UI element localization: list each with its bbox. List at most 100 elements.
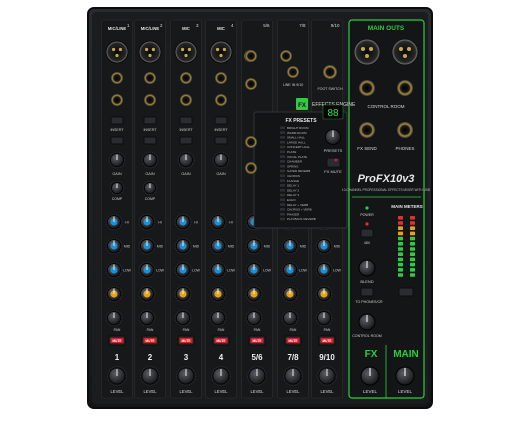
svg-text:FX: FX (298, 103, 306, 109)
fx-preset-item: DELAY 3 (287, 193, 299, 197)
low-cut-switch[interactable] (214, 136, 228, 145)
gain-label: GAIN (145, 172, 155, 176)
insert-jack-3[interactable] (180, 94, 192, 106)
svg-text:CONTROL ROOM: CONTROL ROOM (367, 104, 404, 109)
svg-text:POWER: POWER (360, 213, 374, 217)
line-in-9-10-left[interactable] (287, 66, 299, 78)
main-out-xlr-left[interactable] (353, 38, 381, 66)
svg-text:LEVEL: LEVEL (398, 389, 413, 394)
svg-text:PRESETS: PRESETS (324, 148, 343, 153)
line-in-7-8-left[interactable] (245, 136, 257, 148)
line-in-7-8-right[interactable] (245, 162, 257, 174)
channel-number: 2 (148, 353, 153, 362)
master-section-border (348, 19, 425, 399)
eq-band-label: LOW (156, 269, 165, 273)
phantom-led (365, 222, 369, 226)
line-input-jack-1[interactable] (111, 72, 123, 84)
meter-segment (398, 257, 403, 262)
eq-band-label: MID (157, 245, 164, 249)
control-room-jack-left[interactable] (359, 80, 375, 96)
fx-preset-item: PLATE (287, 150, 296, 154)
gain-label: GAIN (181, 172, 191, 176)
svg-text:MAIN: MAIN (393, 349, 419, 360)
meter-segment (410, 242, 415, 246)
xlr-input-1[interactable] (105, 40, 129, 64)
fx-display-value: 88 (327, 108, 339, 119)
channel-number-top: 9/10 (331, 23, 340, 28)
meter-segment (410, 273, 415, 277)
xlr-input-2[interactable] (138, 40, 162, 64)
channel-number: 3 (184, 353, 189, 362)
fx-preset-item: CHORUS (287, 174, 300, 178)
main-out-xlr-right[interactable] (391, 38, 419, 66)
meter-segment (398, 242, 403, 246)
mixer-svg: MIC/LINEINSERTGAINCOMP1HIMIDLOWPANMUTE1L… (87, 7, 433, 409)
phones-jack[interactable] (397, 122, 413, 138)
svg-text:MAIN OUTS: MAIN OUTS (368, 25, 405, 32)
line-in-5-6-left[interactable] (245, 50, 257, 62)
fx-preset-item: SPRING (287, 164, 299, 168)
meter-segment (410, 216, 415, 220)
hi-z-switch[interactable] (110, 116, 124, 125)
channel-strip-3: MICINSERTGAIN3HIMIDLOWPANMUTE3LEVEL (170, 19, 202, 399)
meter-segment (410, 236, 415, 241)
mute-label: MUTE (322, 339, 331, 343)
insert-jack-1[interactable] (111, 94, 123, 106)
hi-z-switch[interactable] (179, 116, 193, 125)
svg-text:10-CHANNEL PROFESSIONAL EFFECT: 10-CHANNEL PROFESSIONAL EFFECTS MIXER WI… (342, 188, 430, 192)
meter-segment (398, 231, 403, 236)
fx-preset-item: DELAY 1 (287, 184, 299, 188)
meter-segment (410, 226, 415, 230)
eq-band-label: HI (158, 221, 161, 225)
xlr-input-4[interactable] (209, 40, 233, 64)
foot-switch-jack[interactable] (323, 65, 337, 79)
fx-send-jack[interactable] (359, 122, 375, 138)
line-input-jack-3[interactable] (180, 72, 192, 84)
pan-label: PAN (290, 328, 297, 332)
hi-z-switch[interactable] (143, 116, 157, 125)
eq-band-label: HI (229, 221, 232, 225)
meter-segment (410, 257, 415, 262)
fx-preset-item: FLANGE (287, 179, 299, 183)
line-input-jack-2[interactable] (144, 72, 156, 84)
eq-band-label: HI (125, 221, 128, 225)
fx-mute-button[interactable] (326, 157, 341, 168)
to-phones-switch[interactable] (360, 287, 374, 297)
control-room-jack-right[interactable] (397, 80, 413, 96)
phantom-switch[interactable] (360, 228, 374, 238)
pan-label: PAN (147, 328, 154, 332)
svg-text:BLEND: BLEND (360, 279, 373, 284)
meter-segment (398, 216, 403, 220)
low-cut-switch[interactable] (179, 136, 193, 145)
eq-band-label: LOW (333, 269, 342, 273)
break-switch[interactable] (398, 287, 414, 297)
xlr-input-3[interactable] (174, 40, 198, 64)
line-in-9-10-label: LINE IN 9/10 (283, 83, 304, 87)
line-input-jack-4[interactable] (215, 72, 227, 84)
line-in-left-7/8[interactable] (280, 50, 292, 62)
insert-label: INSERT (214, 128, 228, 132)
brand-logo: ProFX10v3 (358, 173, 415, 185)
channel-strip-2: MIC/LINEINSERTGAINCOMP2HIMIDLOWPANMUTE2L… (134, 19, 166, 399)
line-in-5-6-right[interactable] (245, 78, 257, 90)
hi-z-switch[interactable] (214, 116, 228, 125)
svg-text:PHONES: PHONES (395, 146, 414, 151)
channel-input-label: MIC/LINE (108, 26, 127, 31)
low-cut-switch[interactable] (110, 136, 124, 145)
level-label: LEVEL (179, 389, 193, 394)
level-label: LEVEL (286, 389, 300, 394)
insert-jack-4[interactable] (215, 94, 227, 106)
eq-band-label: LOW (123, 269, 132, 273)
channel-number: 4 (219, 353, 224, 362)
eq-band-label: LOW (227, 269, 236, 273)
channel-strip-1: MIC/LINEINSERTGAINCOMP1HIMIDLOWPANMUTE1L… (101, 19, 133, 399)
fx-preset-item: PHASER (287, 212, 300, 216)
channel-number-top: 7/8 (299, 23, 306, 28)
low-cut-switch[interactable] (143, 136, 157, 145)
channel-number: 5/6 (251, 353, 263, 362)
insert-jack-2[interactable] (144, 94, 156, 106)
meter-segment (398, 273, 403, 277)
svg-text:FX: FX (365, 349, 378, 360)
eq-band-label: MID (334, 245, 341, 249)
mute-label: MUTE (288, 339, 297, 343)
